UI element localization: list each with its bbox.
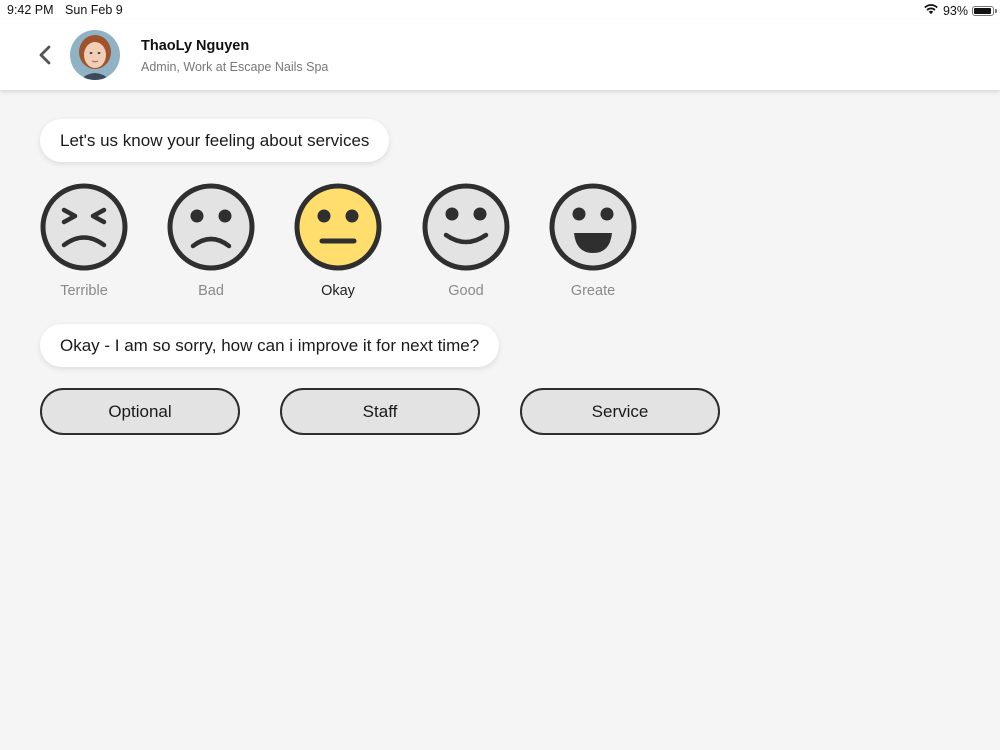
rating-label: Good — [448, 283, 484, 299]
follow-up-bubble: Okay - I am so sorry, how can i improve … — [40, 324, 500, 367]
rating-label: Okay — [321, 283, 355, 299]
bad-face-icon — [167, 183, 255, 271]
rating-good[interactable]: Good — [416, 183, 516, 299]
great-face-icon — [549, 183, 637, 271]
user-role: Admin, Work at Escape Nails Spa — [141, 60, 329, 74]
profile-header: ThaoLy Nguyen Admin, Work at Escape Nail… — [0, 20, 1000, 90]
status-right: 93% — [923, 3, 997, 18]
rating-label: Terrible — [60, 283, 108, 299]
battery-percent: 93% — [942, 3, 968, 18]
status-time: 9:42 PM — [7, 3, 54, 17]
rating-label: Greate — [570, 283, 616, 299]
optional-button[interactable]: Optional — [40, 388, 240, 435]
terrible-face-icon — [40, 183, 128, 271]
status-bar: 9:42 PM Sun Feb 9 93% — [0, 0, 1000, 20]
service-button[interactable]: Service — [520, 388, 720, 435]
back-button[interactable] — [30, 40, 60, 70]
okay-face-icon — [294, 183, 382, 271]
wifi-icon — [923, 3, 939, 18]
feedback-question-bubble: Let's us know your feeling about service… — [40, 119, 390, 162]
rating-great[interactable]: Greate — [543, 183, 643, 299]
rating-bad[interactable]: Bad — [161, 183, 261, 299]
rating-terrible[interactable]: Terrible — [34, 183, 134, 299]
status-left: 9:42 PM Sun Feb 9 — [7, 3, 131, 17]
good-face-icon — [422, 183, 510, 271]
rating-label: Bad — [198, 283, 224, 299]
chevron-left-icon — [39, 45, 51, 65]
battery-icon — [972, 5, 997, 16]
rating-okay[interactable]: Okay — [288, 183, 388, 299]
avatar — [70, 30, 120, 80]
staff-button[interactable]: Staff — [280, 388, 480, 435]
status-date: Sun Feb 9 — [65, 3, 123, 17]
user-name: ThaoLy Nguyen — [141, 38, 250, 54]
